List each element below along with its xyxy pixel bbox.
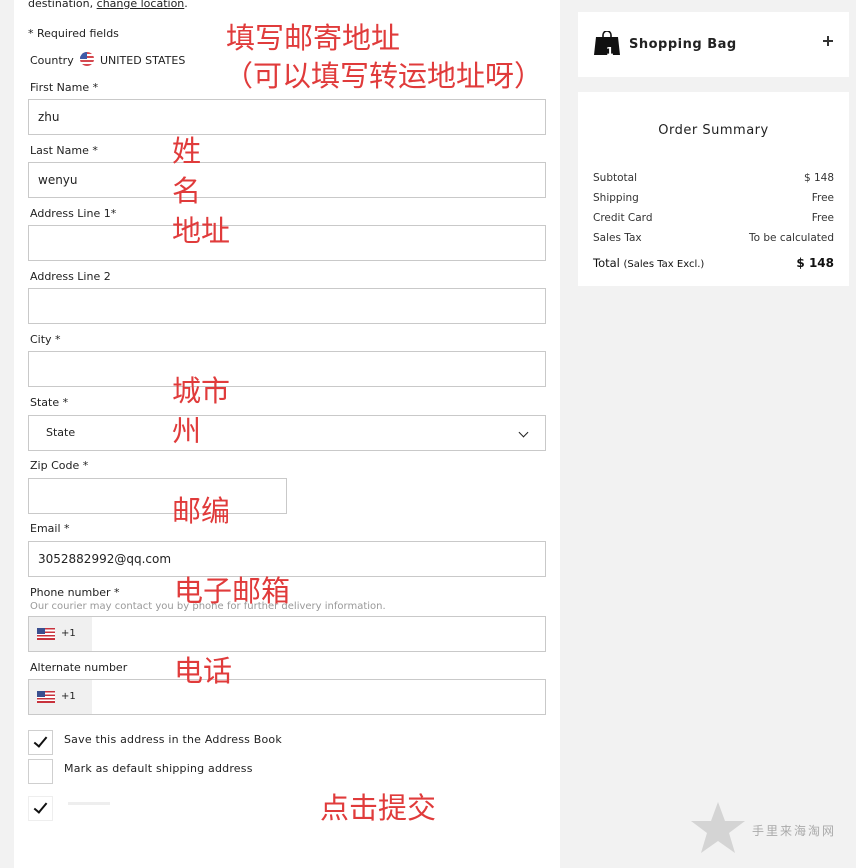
bag-count: 1: [606, 45, 614, 58]
destination-line: destination, change location.: [28, 0, 188, 10]
summary-row-shipping: Shipping Free: [593, 192, 834, 204]
annotation-zip: 邮编: [172, 494, 231, 528]
shopping-bag-title: Shopping Bag: [629, 37, 737, 52]
phone-input[interactable]: +1: [28, 616, 546, 652]
annotation-state: 州: [172, 414, 202, 448]
first-name-label: First Name *: [30, 81, 99, 94]
address-line1-input[interactable]: [28, 225, 546, 261]
country-label: Country: [30, 54, 74, 67]
submit-area[interactable]: [28, 796, 53, 821]
zip-label: Zip Code *: [30, 459, 89, 472]
us-flag-icon: [37, 628, 55, 640]
annotation-phone: 电话: [174, 654, 233, 688]
shopping-bag-card[interactable]: 1 Shopping Bag: [578, 12, 849, 77]
annotation-address: 地址: [172, 214, 231, 248]
annotation-forwarding: （可以填写转运地址呀）: [224, 59, 544, 93]
annotation-submit: 点击提交: [320, 791, 437, 825]
order-summary-title: Order Summary: [658, 123, 769, 138]
alternate-number-input[interactable]: +1: [28, 679, 546, 715]
order-summary-card: Order Summary Subtotal $ 148 Shipping Free…: [578, 92, 849, 286]
address-line2-label: Address Line 2: [30, 270, 111, 283]
annotation-fill-address: 填写邮寄地址: [226, 21, 401, 55]
checkmark-icon: [33, 799, 48, 814]
watermark-text: 手里来海淘网: [752, 824, 837, 838]
summary-row-credit-card: Credit Card Free: [593, 212, 834, 224]
watermark-star-icon: [691, 802, 745, 853]
alternate-country-code[interactable]: +1: [29, 680, 92, 714]
summary-row-sales-tax: Sales Tax To be calculated: [593, 232, 834, 244]
summary-row-total: Total (Sales Tax Excl.) $ 148: [593, 256, 834, 270]
checkmark-icon: [33, 733, 48, 748]
country-value: UNITED STATES: [100, 54, 186, 67]
alternate-number-label: Alternate number: [30, 661, 128, 674]
us-flag-icon: [80, 52, 94, 66]
email-input[interactable]: 3052882992@qq.com: [28, 541, 546, 577]
phone-label: Phone number *: [30, 586, 120, 599]
shipping-form: destination, change location. * Required…: [14, 0, 560, 868]
address-line1-label: Address Line 1*: [30, 207, 117, 220]
state-select[interactable]: State: [28, 415, 546, 451]
zip-input[interactable]: [28, 478, 287, 514]
email-label: Email *: [30, 522, 70, 535]
city-input[interactable]: [28, 351, 546, 387]
summary-row-subtotal: Subtotal $ 148: [593, 172, 834, 184]
default-shipping-checkbox[interactable]: [28, 759, 53, 784]
address-line2-input[interactable]: [28, 288, 546, 324]
submit-placeholder-bar: [68, 802, 110, 805]
required-note: * Required fields: [28, 27, 119, 40]
phone-country-code[interactable]: +1: [29, 617, 92, 651]
us-flag-icon: [37, 691, 55, 703]
state-label: State *: [30, 396, 69, 409]
annotation-surname: 姓: [172, 134, 202, 168]
annotation-city: 城市: [172, 374, 231, 408]
first-name-input[interactable]: zhu: [28, 99, 546, 135]
expand-plus-icon[interactable]: [823, 36, 833, 46]
change-location-link[interactable]: change location: [97, 0, 185, 10]
annotation-email: 电子邮箱: [174, 574, 291, 608]
annotation-given-name: 名: [172, 174, 202, 208]
city-label: City *: [30, 333, 61, 346]
save-address-checkbox[interactable]: [28, 730, 53, 755]
chevron-down-icon: [518, 427, 529, 438]
last-name-label: Last Name *: [30, 144, 98, 157]
default-shipping-label: Mark as default shipping address: [64, 762, 253, 775]
last-name-input[interactable]: wenyu: [28, 162, 546, 198]
save-address-label: Save this address in the Address Book: [64, 733, 282, 746]
